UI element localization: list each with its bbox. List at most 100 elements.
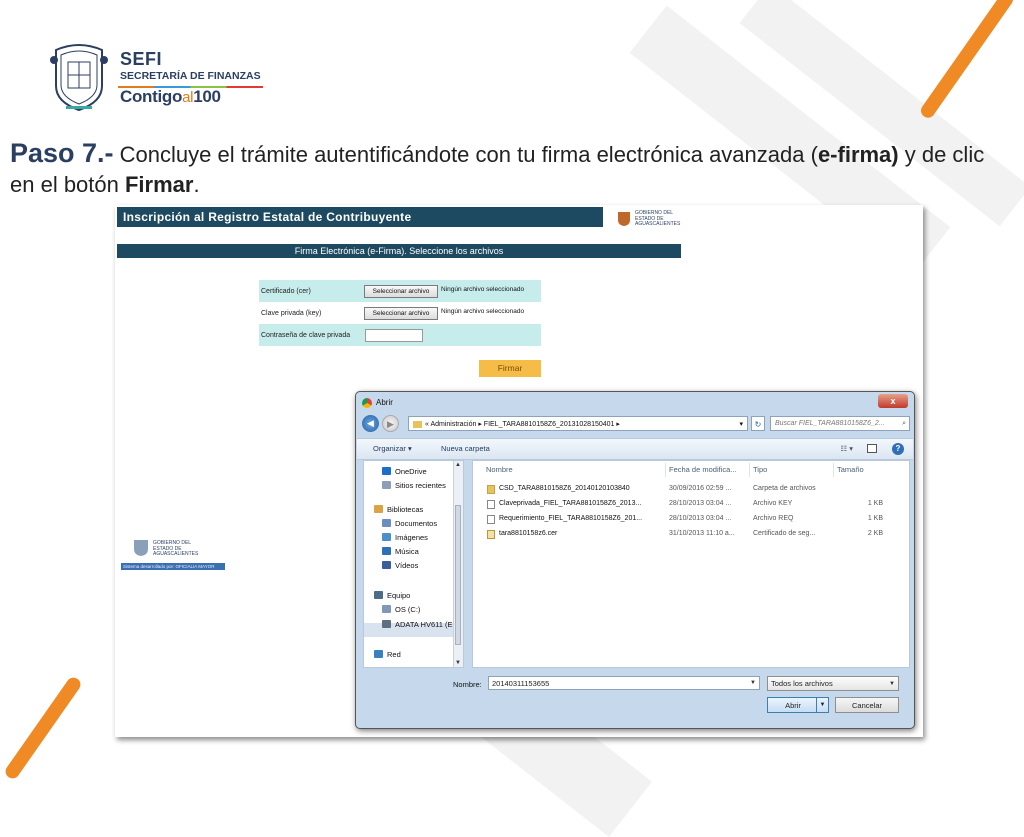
dialog-titlebar: Abrir xyxy=(362,395,393,411)
nav-item-label: Vídeos xyxy=(395,561,419,570)
dialog-toolbar: Organizar ▾ Nueva carpeta ☷ ▾ ? xyxy=(357,438,913,460)
filename-dropdown-icon[interactable]: ▼ xyxy=(750,677,756,690)
nav-item-label: Música xyxy=(395,547,419,556)
scroll-thumb[interactable] xyxy=(455,505,461,645)
cancel-button[interactable]: Cancelar xyxy=(835,697,899,713)
nav-item-icon xyxy=(382,467,391,475)
gobierno-seal-icon xyxy=(134,540,148,556)
step-firmar: Firmar xyxy=(124,172,194,197)
nav-item[interactable]: Equipo xyxy=(374,591,410,600)
nav-item[interactable]: Documentos xyxy=(382,519,437,528)
dialog-close-button[interactable]: x xyxy=(878,394,908,408)
file-size: 2 KB xyxy=(867,530,883,537)
nav-item[interactable]: OS (C:) xyxy=(382,605,420,614)
file-type: Archivo REQ xyxy=(753,515,794,522)
nav-item[interactable]: Sitios recientes xyxy=(382,481,446,490)
nav-item[interactable]: Música xyxy=(382,547,419,556)
open-split-arrow-icon[interactable]: ▼ xyxy=(816,698,828,712)
file-date: 30/09/2016 02:59 ... xyxy=(669,485,732,492)
file-name: Requerimiento_FIEL_TARA8810158Z6_201... xyxy=(499,515,643,522)
forward-arrow-icon[interactable]: ▶ xyxy=(382,415,399,432)
nav-item[interactable]: Vídeos xyxy=(382,561,418,570)
dialog-bottom-bar: Nombre: 20140311153655 ▼ Todos los archiv… xyxy=(357,672,913,728)
file-date: 28/10/2013 03:04 ... xyxy=(669,500,732,507)
help-icon[interactable]: ? xyxy=(892,443,904,455)
back-arrow-icon[interactable]: ◀ xyxy=(362,415,379,432)
column-header-name[interactable]: Nombre xyxy=(486,465,513,474)
path-breadcrumb[interactable]: « Administración ▸ FIEL_TARA8810158Z6_20… xyxy=(408,416,748,431)
gobierno-logo-side: GOBIERNO DEL ESTADO DE AGUASCALIENTES xyxy=(133,538,223,560)
slogan-al: al xyxy=(182,89,194,106)
column-separator xyxy=(665,463,666,477)
nav-item[interactable]: OneDrive xyxy=(382,467,427,476)
cert-label: Certificado (cer) xyxy=(261,288,311,295)
file-name: tara8810158z6.cer xyxy=(499,530,558,537)
logo-slogan: Contigoal100 xyxy=(120,87,261,108)
nav-item-icon xyxy=(374,591,383,599)
orange-accent-bar xyxy=(918,0,1016,121)
nav-item-icon xyxy=(382,561,391,569)
navigation-pane: OneDrive Sitios recientes Bibliotecas Docum… xyxy=(363,460,464,668)
cert-no-file: Ningún archivo seleccionado xyxy=(441,286,525,293)
nav-item[interactable]: Red xyxy=(374,650,401,659)
file-row[interactable]: CSD_TARA8810158Z6_20140120103840 30/09/20… xyxy=(473,483,903,497)
file-type: Carpeta de archivos xyxy=(753,485,816,492)
path-prefix: « xyxy=(425,421,429,428)
folder-icon xyxy=(413,420,422,428)
file-row[interactable]: tara8810158z6.cer 31/10/2013 11:10 a... Ce… xyxy=(473,528,903,542)
nav-item-icon xyxy=(374,650,383,658)
folder-icon xyxy=(487,485,495,494)
filetype-select[interactable]: Todos los archivos ▼ xyxy=(767,676,899,691)
key-select-button[interactable]: Seleccionar archivo xyxy=(364,307,438,320)
firmar-button[interactable]: Firmar xyxy=(479,360,541,377)
nav-item-label: Sitios recientes xyxy=(395,481,446,490)
new-folder-button[interactable]: Nueva carpeta xyxy=(441,439,490,459)
scroll-down-icon[interactable]: ▼ xyxy=(455,660,461,666)
filename-input[interactable]: 20140311153655 ▼ xyxy=(488,676,760,690)
path-segment-1: Administración xyxy=(430,421,477,428)
key-row: Clave privada (key) Seleccionar archivo … xyxy=(259,302,541,324)
nav-item[interactable]: Imágenes xyxy=(382,533,428,542)
view-options-icon[interactable]: ☷ ▾ xyxy=(840,439,853,459)
nav-item-icon xyxy=(382,533,391,541)
nav-item-icon xyxy=(382,620,391,628)
scroll-up-icon[interactable]: ▲ xyxy=(455,462,461,468)
gobierno-logo-top: GOBIERNO DEL ESTADO DE AGUASCALIENTES xyxy=(617,210,680,228)
filetype-dropdown-icon: ▼ xyxy=(889,681,895,687)
preview-pane-icon[interactable] xyxy=(867,444,877,453)
nav-item[interactable]: Bibliotecas xyxy=(374,505,423,514)
column-header-type[interactable]: Tipo xyxy=(753,465,767,474)
password-input[interactable] xyxy=(365,329,423,342)
footer-bar: Sistema desarrollado por: OFICIALIA MAYO… xyxy=(121,563,225,570)
step-text-1: Concluye el trámite autentificándote con… xyxy=(113,142,818,167)
file-row[interactable]: Claveprivada_FIEL_TARA8810158Z6_2013... 2… xyxy=(473,498,903,512)
nav-scrollbar[interactable]: ▲ ▼ xyxy=(453,461,463,667)
column-header-size[interactable]: Tamaño xyxy=(837,465,864,474)
open-button[interactable]: Abrir ▼ xyxy=(767,697,829,713)
path-dropdown-icon[interactable]: ▾ xyxy=(739,417,743,430)
organize-menu[interactable]: Organizar ▾ xyxy=(373,439,412,459)
search-input[interactable]: Buscar FIEL_TARA8810158Z6_2... ⌕ xyxy=(770,416,910,431)
nav-item-label: OS (C:) xyxy=(395,605,421,614)
nav-item[interactable]: ADATA HV611 (E: xyxy=(382,620,455,629)
nav-item-label: Equipo xyxy=(387,591,411,600)
logo-title: SEFI xyxy=(120,49,163,69)
nav-item-label: Red xyxy=(387,650,401,659)
nav-item-label: Documentos xyxy=(395,519,438,528)
step-prefix: Paso 7.- xyxy=(10,138,114,168)
nav-item-label: ADATA HV611 (E: xyxy=(395,620,455,629)
state-seal-logo xyxy=(50,44,108,112)
file-row[interactable]: Requerimiento_FIEL_TARA8810158Z6_201... 2… xyxy=(473,513,903,527)
certificate-icon xyxy=(487,530,495,539)
nav-item-icon xyxy=(382,481,391,489)
logo-subtitle: SECRETARÍA DE FINANZAS xyxy=(120,70,261,82)
column-header-date[interactable]: Fecha de modifica... xyxy=(669,465,737,474)
refresh-icon[interactable]: ↻ xyxy=(751,416,765,431)
page-header: Inscripción al Registro Estatal de Contr… xyxy=(117,207,603,227)
cert-select-button[interactable]: Seleccionar archivo xyxy=(364,285,438,298)
gobierno-seal-icon xyxy=(618,212,630,226)
step-text-3: . xyxy=(193,172,200,197)
cert-row: Certificado (cer) Seleccionar archivo Ni… xyxy=(259,280,541,302)
search-icon: ⌕ xyxy=(902,420,906,427)
filetype-value: Todos los archivos xyxy=(771,679,833,688)
